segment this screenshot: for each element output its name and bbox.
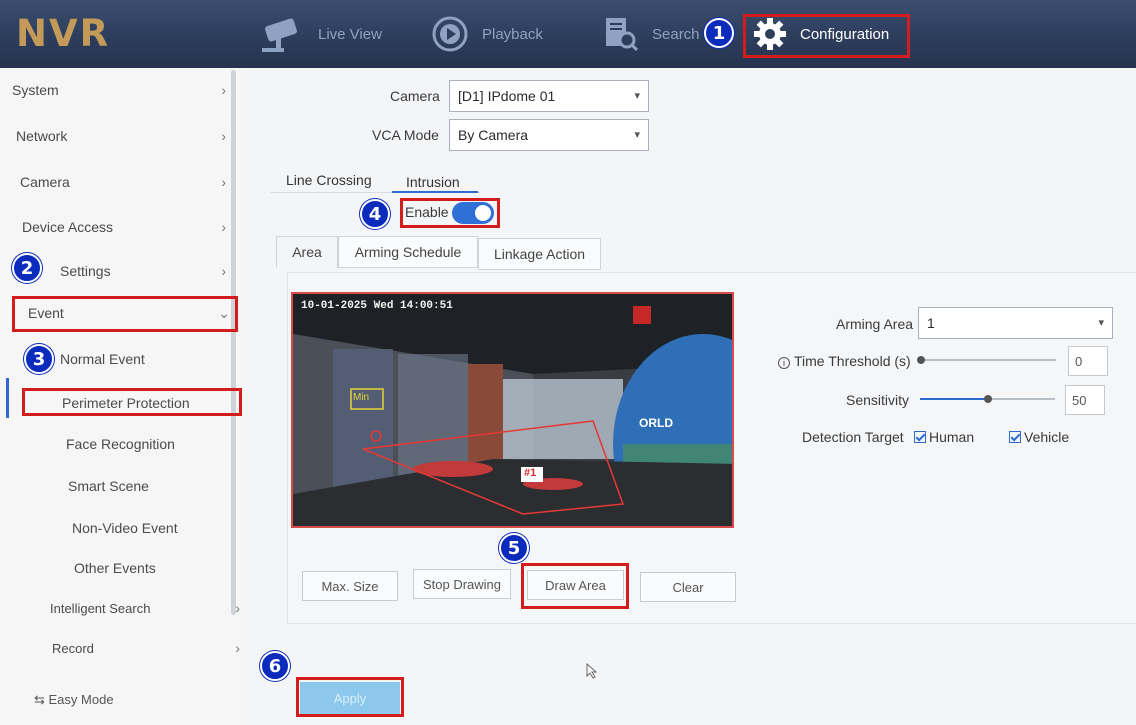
callout-6: 6: [260, 651, 290, 681]
highlight-configuration: [743, 14, 910, 58]
sensitivity-slider-fill: [920, 398, 987, 400]
wall-sign-text: ORLD: [639, 416, 673, 430]
highlight-event: [12, 296, 238, 332]
nav-playback[interactable]: Playback: [430, 0, 543, 68]
sidebar-sub-face-recognition[interactable]: Face Recognition: [66, 436, 175, 452]
detection-target-label: Detection Target: [802, 429, 904, 445]
info-icon: i: [778, 357, 790, 369]
zone-label: #1: [524, 467, 537, 479]
callout-3: 3: [24, 344, 54, 374]
sidebar-item-system[interactable]: System ›: [0, 70, 236, 110]
easy-mode-link[interactable]: ⇆ Easy Mode: [34, 692, 114, 708]
highlight-draw-area: [521, 563, 629, 609]
time-threshold-knob[interactable]: [917, 356, 925, 364]
checkbox-checked-icon: [914, 431, 926, 443]
sidebar-item-device-access[interactable]: Device Access ›: [0, 207, 236, 247]
chevron-right-icon: ›: [221, 128, 226, 144]
active-item-indicator: [6, 378, 9, 418]
chevron-down-icon: ▾: [634, 129, 640, 141]
time-threshold-label: i Time Threshold (s): [778, 353, 911, 369]
nav-search[interactable]: Search: [600, 0, 700, 68]
sidebar-item-label: Network: [16, 128, 68, 144]
easy-mode-label: Easy Mode: [48, 692, 114, 707]
subtab-arming-schedule[interactable]: Arming Schedule: [338, 236, 478, 268]
vca-mode-select[interactable]: By Camera ▾: [449, 119, 649, 151]
nav-search-label: Search: [652, 25, 700, 43]
sidebar-item-label: Intelligent Search: [50, 600, 151, 616]
callout-5: 5: [499, 533, 529, 563]
chevron-down-icon: ▾: [634, 90, 640, 102]
sidebar-item-intelligent-search[interactable]: Intelligent Search ›: [0, 588, 250, 628]
chevron-right-icon: ›: [221, 174, 226, 190]
sidebar-item-record[interactable]: Record ›: [0, 628, 250, 668]
clear-button[interactable]: Clear: [640, 572, 736, 602]
sidebar-item-label: Settings: [60, 263, 111, 279]
tab-intrusion[interactable]: Intrusion: [406, 174, 460, 190]
callout-4: 4: [360, 199, 390, 229]
human-label: Human: [929, 429, 975, 445]
playback-icon: [430, 14, 470, 54]
sidebar-sub-non-video-event[interactable]: Non-Video Event: [72, 520, 178, 536]
sidebar-item-label: Record: [52, 640, 94, 656]
sidebar-sub-smart-scene[interactable]: Smart Scene: [68, 478, 149, 494]
chevron-right-icon: ›: [235, 600, 240, 616]
vca-mode-select-value: By Camera: [458, 127, 529, 143]
checkbox-checked-icon: [1009, 431, 1021, 443]
stop-drawing-button[interactable]: Stop Drawing: [413, 569, 511, 599]
sidebar-item-camera[interactable]: Camera ›: [0, 162, 236, 202]
sidebar-item-label: Camera: [20, 174, 70, 190]
vca-mode-label: VCA Mode: [372, 127, 439, 143]
camera-select-value: [D1] IPdome 01: [458, 88, 556, 104]
search-file-icon: [600, 14, 640, 54]
vehicle-checkbox[interactable]: Vehicle: [1009, 429, 1069, 445]
callout-1: 1: [704, 18, 734, 48]
sensitivity-label: Sensitivity: [846, 392, 910, 408]
highlight-apply: [296, 677, 404, 717]
tab-active-underline: [392, 191, 478, 193]
office-scene-image: [293, 294, 732, 526]
time-threshold-input[interactable]: 0: [1068, 346, 1108, 376]
camera-preview[interactable]: 10-01-2025 Wed 14:00:51 Min #1 ORLD: [291, 292, 734, 528]
nav-live-view-label: Live View: [318, 25, 382, 43]
nvr-logo: NVR: [16, 12, 111, 55]
time-threshold-slider[interactable]: [921, 359, 1056, 361]
callout-2: 2: [12, 253, 42, 283]
video-timestamp: 10-01-2025 Wed 14:00:51: [301, 300, 453, 312]
sidebar-sub-normal-event[interactable]: Normal Event: [60, 351, 145, 367]
mouse-cursor-icon: [586, 662, 598, 682]
arming-area-select[interactable]: 1 ▾: [918, 307, 1113, 339]
swap-icon: ⇆: [34, 692, 49, 707]
arming-area-value: 1: [927, 315, 935, 331]
highlight-perimeter-protection: [22, 388, 242, 416]
sensitivity-knob[interactable]: [984, 395, 992, 403]
sidebar-item-network[interactable]: Network ›: [0, 116, 236, 156]
vehicle-label: Vehicle: [1024, 429, 1070, 445]
sidebar-sub-other-events[interactable]: Other Events: [74, 560, 156, 576]
camera-label: Camera: [390, 88, 440, 104]
nav-live-view[interactable]: Live View: [258, 0, 382, 68]
sidebar-item-label: Device Access: [22, 219, 114, 235]
camera-select[interactable]: [D1] IPdome 01 ▾: [449, 80, 649, 112]
sidebar-item-label: System: [12, 82, 59, 98]
chevron-right-icon: ›: [221, 82, 226, 98]
camera-icon: [258, 14, 306, 54]
max-size-button[interactable]: Max. Size: [302, 571, 398, 601]
subtab-area[interactable]: Area: [276, 236, 338, 268]
sensitivity-input[interactable]: 50: [1065, 385, 1105, 415]
chevron-down-icon: ▾: [1098, 317, 1104, 329]
top-navigation-bar: NVR Live View Playback Search Configurat…: [0, 0, 1136, 68]
subtab-linkage-action[interactable]: Linkage Action: [478, 238, 601, 270]
min-size-label: Min: [353, 392, 370, 403]
tab-line-crossing[interactable]: Line Crossing: [286, 172, 372, 188]
chevron-right-icon: ›: [235, 640, 240, 656]
time-threshold-text: Time Threshold (s): [794, 353, 911, 369]
chevron-right-icon: ›: [221, 219, 226, 235]
chevron-right-icon: ›: [221, 263, 226, 279]
highlight-enable: [400, 198, 500, 228]
human-checkbox[interactable]: Human: [914, 429, 974, 445]
nav-playback-label: Playback: [482, 25, 543, 43]
arming-area-label: Arming Area: [836, 316, 914, 332]
